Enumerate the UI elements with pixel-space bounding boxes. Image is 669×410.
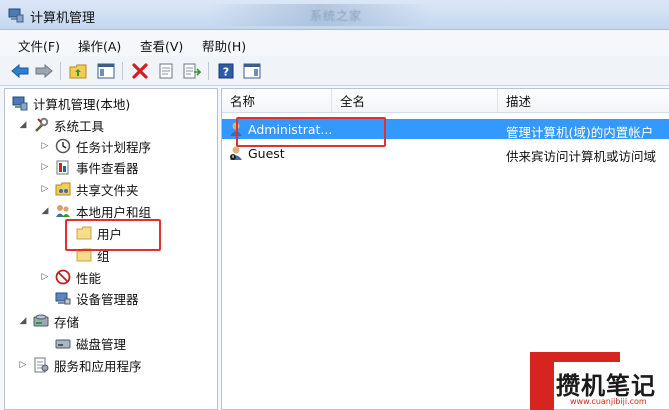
svg-text:?: ? — [223, 66, 229, 79]
menu-action[interactable]: 操作(A) — [78, 36, 121, 55]
expand-triangle-icon[interactable]: ▷ — [39, 272, 51, 282]
users-group-icon — [54, 203, 72, 219]
up-folder-icon[interactable] — [68, 61, 88, 81]
show-hide-tree-icon[interactable] — [96, 61, 116, 81]
no-entry-icon — [54, 269, 72, 285]
watermark-logo-bar — [530, 352, 620, 362]
toolbar-separator — [60, 62, 61, 80]
list-item-name: Guest — [228, 145, 285, 161]
collapse-triangle-icon[interactable]: ◢ — [39, 206, 51, 216]
delete-x-icon[interactable] — [130, 61, 150, 81]
site-watermark: 攒机笔记 www.cuanjibiji.com — [530, 352, 669, 410]
back-arrow-icon[interactable] — [10, 61, 30, 81]
tree-item-local-users-groups[interactable]: ◢ 本地用户和组 — [39, 201, 151, 221]
toolbar-separator — [208, 62, 209, 80]
storage-icon — [32, 313, 50, 329]
users-highlight-box — [65, 219, 161, 251]
toolbar-separator — [122, 62, 123, 80]
tree-item-task-scheduler[interactable]: ▷ 任务计划程序 — [39, 136, 151, 156]
column-header-name[interactable]: 名称 — [222, 89, 332, 113]
tools-icon — [32, 117, 50, 133]
device-manager-icon — [54, 290, 72, 306]
collapse-triangle-icon[interactable]: ◢ — [17, 316, 29, 326]
tree-item-performance[interactable]: ▷ 性能 — [39, 267, 101, 287]
list-item-description: 管理计算机(域)的内置帐户 — [506, 125, 654, 140]
computer-management-icon — [8, 7, 24, 23]
collapse-triangle-icon[interactable]: ◢ — [17, 120, 29, 130]
computer-management-icon — [11, 95, 29, 111]
blurred-watermark: 系统之家 — [210, 4, 430, 26]
console-tree: 计算机管理(本地) ◢ 系统工具 ▷ 任务计划程序 ▷ 事件查看器 ▷ 共享文件… — [4, 88, 218, 410]
watermark-url: www.cuanjibiji.com — [570, 397, 647, 406]
event-log-icon — [54, 159, 72, 175]
disabled-user-icon — [228, 145, 246, 161]
export-list-icon[interactable] — [182, 61, 202, 81]
disk-icon — [54, 335, 72, 351]
expand-triangle-icon[interactable]: ▷ — [39, 162, 51, 172]
properties-icon[interactable] — [156, 61, 176, 81]
watermark-text: 攒机笔记 — [556, 372, 656, 400]
tree-item-root[interactable]: 计算机管理(本地) — [11, 93, 130, 113]
menu-bar: 文件(F) 操作(A) 查看(V) 帮助(H) — [0, 30, 669, 56]
title-bar: 计算机管理 系统之家 — [0, 0, 669, 30]
clock-icon — [54, 138, 72, 154]
forward-arrow-icon[interactable] — [34, 61, 54, 81]
services-icon — [32, 357, 50, 373]
window-title: 计算机管理 — [30, 11, 96, 26]
help-icon[interactable]: ? — [216, 61, 236, 81]
tree-item-shared-folders[interactable]: ▷ 共享文件夹 — [39, 179, 139, 199]
tree-item-disk-management[interactable]: 磁盘管理 — [54, 333, 126, 353]
column-header-fullname[interactable]: 全名 — [332, 89, 498, 113]
tree-item-system-tools[interactable]: ◢ 系统工具 — [17, 115, 104, 135]
tree-item-services-apps[interactable]: ▷ 服务和应用程序 — [17, 355, 142, 375]
column-header-description[interactable]: 描述 — [498, 89, 669, 113]
tree-item-device-manager[interactable]: 设备管理器 — [54, 288, 139, 308]
administrator-highlight-box — [236, 117, 386, 147]
expand-triangle-icon[interactable]: ▷ — [39, 141, 51, 151]
expand-triangle-icon[interactable]: ▷ — [17, 360, 29, 370]
menu-file[interactable]: 文件(F) — [18, 36, 60, 55]
tree-item-storage[interactable]: ◢ 存储 — [17, 311, 79, 331]
tree-item-event-viewer[interactable]: ▷ 事件查看器 — [39, 157, 139, 177]
action-pane-icon[interactable] — [242, 61, 262, 81]
menu-help[interactable]: 帮助(H) — [202, 36, 246, 55]
menu-view[interactable]: 查看(V) — [140, 36, 183, 55]
list-item-description: 供来宾访问计算机或访问域 — [506, 149, 657, 164]
expand-triangle-icon[interactable]: ▷ — [39, 184, 51, 194]
shared-folder-icon — [54, 181, 72, 197]
toolbar: ? — [0, 56, 669, 86]
